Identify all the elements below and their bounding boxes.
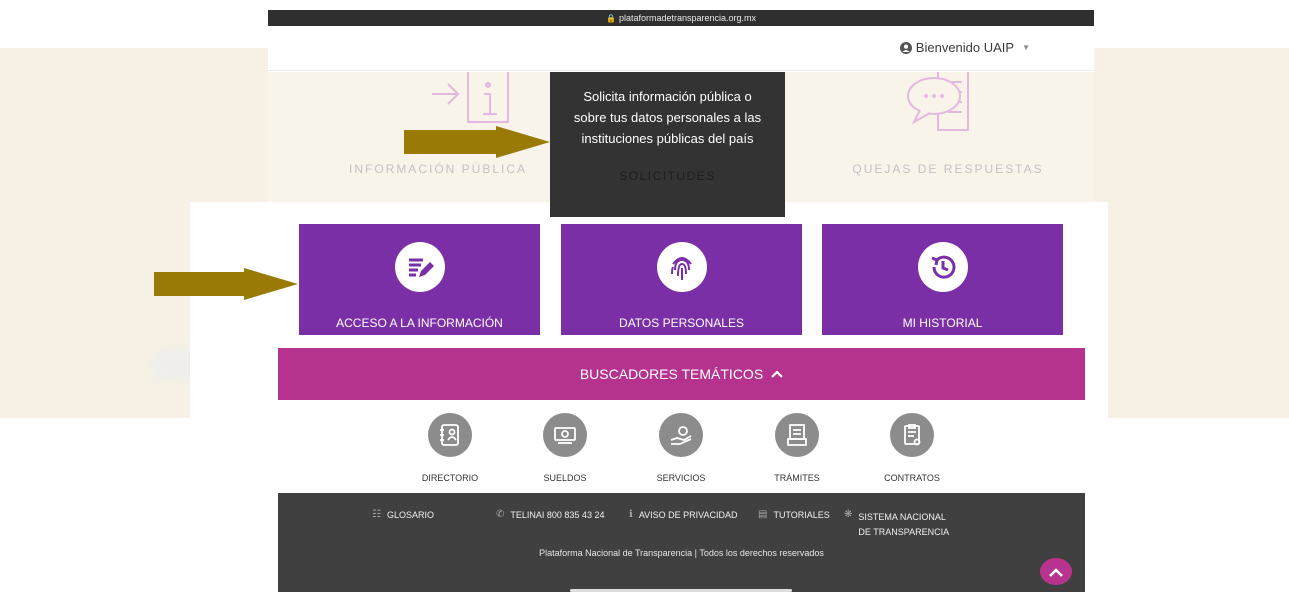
- slide-background-right: [1094, 48, 1289, 418]
- glosario-label: GLOSARIO: [386, 510, 434, 520]
- arrow-annotation-bottom: [154, 268, 298, 300]
- fingerprint-icon: [656, 242, 707, 292]
- topic-servicios[interactable]: SERVICIOS: [626, 413, 736, 483]
- mi-historial-label: MI HISTORIAL: [902, 316, 983, 330]
- services-icon: [659, 413, 703, 457]
- quejas-item[interactable]: QUEJAS DE RESPUESTAS: [818, 72, 1078, 192]
- quejas-label: QUEJAS DE RESPUESTAS: [852, 162, 1044, 176]
- footer-link-glosario[interactable]: ☷ GLOSARIO: [372, 509, 434, 521]
- servicios-label: SERVICIOS: [656, 473, 706, 483]
- welcome-label: Bienvenido UAIP: [915, 40, 1015, 55]
- tramites-label: TRÁMITES: [774, 473, 820, 483]
- sistema-nacional-label: SISTEMA NACIONAL DE TRANSPARENCIA: [858, 512, 950, 537]
- datos-personales-label: DATOS PERSONALES: [619, 316, 744, 330]
- site-footer: ☷ GLOSARIO ✆ TELINAI 800 835 43 24 ℹ AVI…: [278, 493, 1085, 592]
- mi-historial-card[interactable]: MI HISTORIAL: [822, 224, 1063, 335]
- phone-icon: ✆: [496, 509, 505, 520]
- buscadores-label: BUSCADORES TEMÁTICOS: [579, 366, 764, 382]
- info-publica-label: INFORMACIÓN PÚBLICA: [348, 162, 527, 176]
- topic-sueldos[interactable]: SUELDOS: [510, 413, 620, 483]
- sueldos-label: SUELDOS: [543, 473, 587, 483]
- topic-directorio[interactable]: DIRECTORIO: [395, 413, 505, 483]
- topic-tramites[interactable]: TRÁMITES: [742, 413, 852, 483]
- user-circle-icon: [899, 41, 912, 54]
- acceso-informacion-label: ACCESO A LA INFORMACIÓN: [336, 316, 503, 330]
- chat-document-icon: [907, 72, 969, 131]
- directory-icon: [428, 413, 472, 457]
- tooltip-title: SOLICITUDES: [619, 169, 716, 183]
- datos-personales-card[interactable]: DATOS PERSONALES: [561, 224, 802, 335]
- money-icon: [543, 413, 587, 457]
- tutoriales-label: TUTORIALES: [773, 510, 830, 520]
- url-text: plataformadetransparencia.org.mx: [618, 13, 757, 23]
- contratos-label: CONTRATOS: [884, 473, 940, 483]
- chevron-up-icon: [1049, 567, 1063, 577]
- footer-link-aviso[interactable]: ℹ AVISO DE PRIVACIDAD: [629, 509, 738, 521]
- chevron-down-icon: ▼: [1022, 43, 1030, 52]
- edit-list-icon: [394, 242, 445, 292]
- topic-contratos[interactable]: CONTRATOS: [857, 413, 967, 483]
- solicitudes-tooltip[interactable]: Solicita información pública o sobre tus…: [550, 72, 785, 217]
- directorio-label: DIRECTORIO: [421, 473, 479, 483]
- network-icon: ❋: [844, 509, 853, 520]
- user-menu[interactable]: Bienvenido UAIP ▼: [899, 40, 1030, 55]
- arrow-annotation-top: [404, 126, 550, 158]
- book-icon: ☷: [372, 509, 381, 520]
- info-icon: ℹ: [629, 509, 633, 520]
- browser-url-bar[interactable]: 🔒 plataformadetransparencia.org.mx: [268, 10, 1094, 26]
- arrow-info-icon: [432, 72, 509, 123]
- lock-icon: 🔒: [605, 14, 616, 23]
- site-header: Bienvenido UAIP ▼: [268, 26, 1094, 71]
- footer-link-tutoriales[interactable]: ▤ TUTORIALES: [758, 509, 830, 521]
- footer-copyright: Plataforma Nacional de Transparencia | T…: [539, 548, 824, 558]
- footer-link-telinai[interactable]: ✆ TELINAI 800 835 43 24: [496, 509, 605, 521]
- document-icon: ▤: [758, 509, 768, 520]
- tooltip-description: Solicita información pública o sobre tus…: [573, 89, 762, 146]
- footer-link-sistema-nacional[interactable]: ❋ SISTEMA NACIONAL DE TRANSPARENCIA: [844, 510, 954, 540]
- scroll-to-top-button[interactable]: [1040, 558, 1072, 585]
- aviso-label: AVISO DE PRIVACIDAD: [638, 510, 738, 520]
- buscadores-tematicos-toggle[interactable]: BUSCADORES TEMÁTICOS: [278, 348, 1085, 400]
- telinai-label: TELINAI 800 835 43 24: [510, 510, 605, 520]
- acceso-informacion-card[interactable]: ACCESO A LA INFORMACIÓN: [299, 224, 540, 335]
- chevron-up-icon: [771, 370, 783, 378]
- procedures-icon: [775, 413, 819, 457]
- history-icon: [917, 242, 968, 292]
- contracts-icon: [890, 413, 934, 457]
